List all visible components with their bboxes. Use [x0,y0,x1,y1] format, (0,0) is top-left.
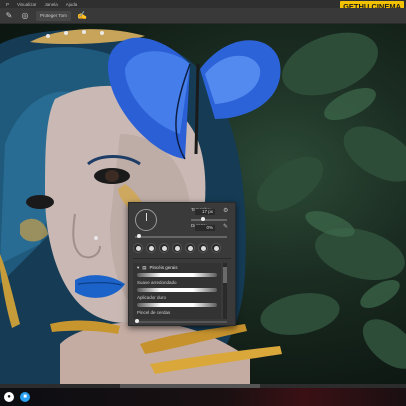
brush-list: ▾ ▤ Pincéis gerais Suave arredondado Apl… [133,263,221,319]
options-bar: ✎ ◎ Proteger Tom ✍ [0,8,406,24]
brush-name: Suave arredondado [137,280,177,285]
brush-group-label: Pincéis gerais [149,265,178,270]
menu-item-help[interactable]: Ajuda [66,2,78,7]
chevron-down-icon: ▾ [137,264,140,270]
brush-preset-panel: Tamanho: 17 px ⚙ Dureza: 0% ✎ ▾ ▤ Pincéi… [128,202,236,326]
scrollbar-thumb[interactable] [223,267,227,283]
recent-brushes-strip [133,243,231,255]
start-icon[interactable]: ● [4,392,14,402]
photoshop-app-icon[interactable]: ■ [20,392,30,402]
list-item[interactable]: Aplicador duro [133,293,221,302]
recent-brush-4[interactable] [172,243,182,253]
list-item[interactable]: Suave arredondado [133,278,221,287]
hardness-slider-knob[interactable] [137,234,141,238]
recent-brush-5[interactable] [185,243,195,253]
gear-icon[interactable]: ⚙ [223,207,228,214]
pressure-toggle-icon[interactable]: ✎ [223,223,228,230]
taskbar: ● ■ [0,388,406,406]
pen-pressure-icon[interactable]: ✍ [77,11,87,21]
menu-item-window[interactable]: Janela [44,2,57,7]
menu-item-p[interactable]: P [6,2,9,7]
brush-stroke-preview [137,288,217,292]
list-item[interactable]: Pincel de cerdas [133,308,221,317]
preview-size-slider[interactable] [135,319,227,323]
protect-tone-button[interactable]: Proteger Tom [36,10,71,21]
brush-angle-dial[interactable] [135,209,157,231]
brush-stroke-preview [137,273,217,277]
brush-stroke-preview [137,303,217,307]
brush-list-scrollbar[interactable] [223,263,227,319]
size-slider[interactable] [191,217,227,221]
brush-tool-icon[interactable]: ✎ [4,11,14,21]
size-slider-knob[interactable] [201,217,205,221]
hardness-value-field[interactable]: 0% [195,225,215,231]
folder-icon: ▤ [142,264,147,270]
brush-name: Pincel de cerdas [137,310,171,315]
brush-group-header[interactable]: ▾ ▤ Pincéis gerais [133,263,221,272]
recent-brush-1[interactable] [133,243,143,253]
recent-brush-6[interactable] [198,243,208,253]
size-value-field[interactable]: 17 px [195,209,215,215]
hardness-slider[interactable] [135,234,227,238]
preview-size-knob[interactable] [135,319,139,323]
recent-brush-3[interactable] [159,243,169,253]
panel-divider [133,258,231,259]
brush-name: Aplicador duro [137,295,167,300]
recent-brush-7[interactable] [211,243,221,253]
pressure-icon[interactable]: ◎ [20,11,30,21]
recent-brush-2[interactable] [146,243,156,253]
menu-item-view[interactable]: Visualizar [17,2,36,7]
